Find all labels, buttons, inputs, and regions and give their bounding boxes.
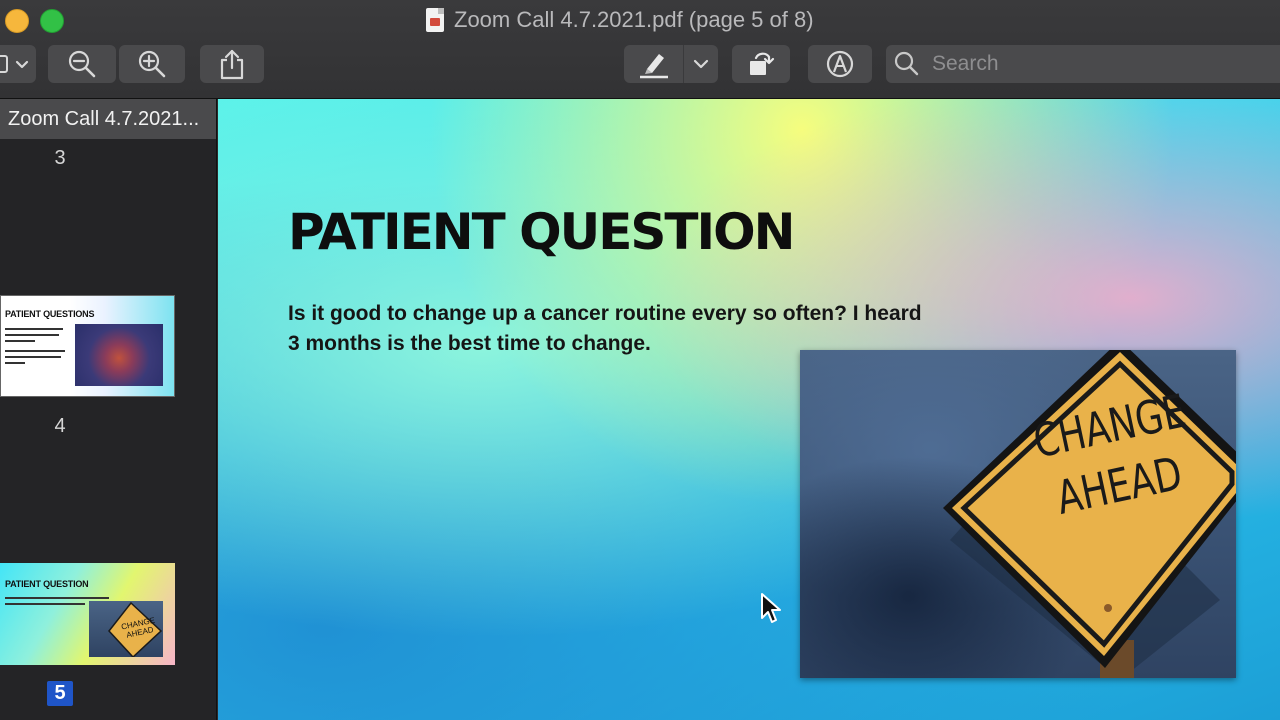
share-icon: [220, 49, 244, 80]
sidebar-document-name: Zoom Call 4.7.2021...: [0, 99, 216, 139]
page-label-4: 4: [54, 415, 66, 437]
thumbnail-sidebar: Zoom Call 4.7.2021... 3 PATIENT QUESTION…: [0, 99, 217, 720]
slide-title: PATIENT QUESTION: [288, 203, 795, 261]
thumb-5-text-line: [5, 603, 85, 605]
thumb-4-text-line: [5, 340, 35, 342]
highlight-menu-button[interactable]: [684, 45, 718, 83]
highlighter-icon: [639, 54, 668, 79]
zoom-in-button[interactable]: [119, 45, 185, 83]
page-thumbnail-5[interactable]: PATIENT QUESTION CHANGE AHEAD: [0, 563, 175, 665]
change-ahead-photo: CHANGE AHEAD: [800, 350, 1236, 678]
sidebar-toggle-button[interactable]: [0, 45, 36, 83]
thumb-4-text-line: [5, 350, 65, 352]
pdf-page-view[interactable]: PATIENT QUESTION Is it good to change up…: [218, 99, 1280, 720]
markup-button[interactable]: [808, 45, 872, 83]
zoom-in-icon: [138, 50, 166, 78]
mouse-cursor-icon: [761, 593, 781, 623]
highlight-button-group: [624, 45, 718, 83]
search-icon: [894, 51, 919, 76]
thumb-4-cell-image: [75, 324, 163, 386]
page-thumbnail-4[interactable]: PATIENT QUESTIONS: [0, 295, 175, 397]
thumb-4-text-line: [5, 362, 25, 364]
window-title-text: Zoom Call 4.7.2021.pdf (page 5 of 8): [454, 7, 814, 32]
preview-window: Zoom Call 4.7.2021.pdf (page 5 of 8) Sea…: [0, 0, 1280, 720]
thumb-5-photo: CHANGE AHEAD: [89, 601, 163, 659]
rotate-icon: [750, 52, 775, 75]
thumb-4-text-line: [5, 328, 63, 330]
thumb-4-text-line: [5, 356, 61, 358]
window-title: Zoom Call 4.7.2021.pdf (page 5 of 8): [426, 6, 814, 34]
thumb-5-text-line: [5, 597, 109, 599]
minimize-button[interactable]: [5, 9, 29, 33]
title-toolbar-bar: Zoom Call 4.7.2021.pdf (page 5 of 8): [0, 0, 1280, 99]
highlight-button[interactable]: [624, 45, 685, 83]
markup-icon: [826, 50, 854, 78]
search-field[interactable]: [886, 45, 1280, 83]
sidebar-icon: [0, 55, 29, 73]
share-button[interactable]: [200, 45, 264, 83]
thumb-4-title: PATIENT QUESTIONS: [5, 309, 95, 319]
thumb-4-text-line: [5, 334, 59, 336]
thumb-5-title: PATIENT QUESTION: [5, 579, 89, 589]
page-label-5: 5: [0, 681, 168, 706]
zoom-out-icon: [68, 50, 96, 78]
chevron-down-icon: [694, 59, 709, 69]
page-label-3: 3: [54, 147, 66, 169]
zoom-window-button[interactable]: [40, 9, 64, 33]
search-input[interactable]: [930, 51, 1254, 77]
rotate-button[interactable]: [732, 45, 790, 83]
zoom-out-button[interactable]: [48, 45, 116, 83]
pdf-document-icon: [426, 8, 444, 32]
